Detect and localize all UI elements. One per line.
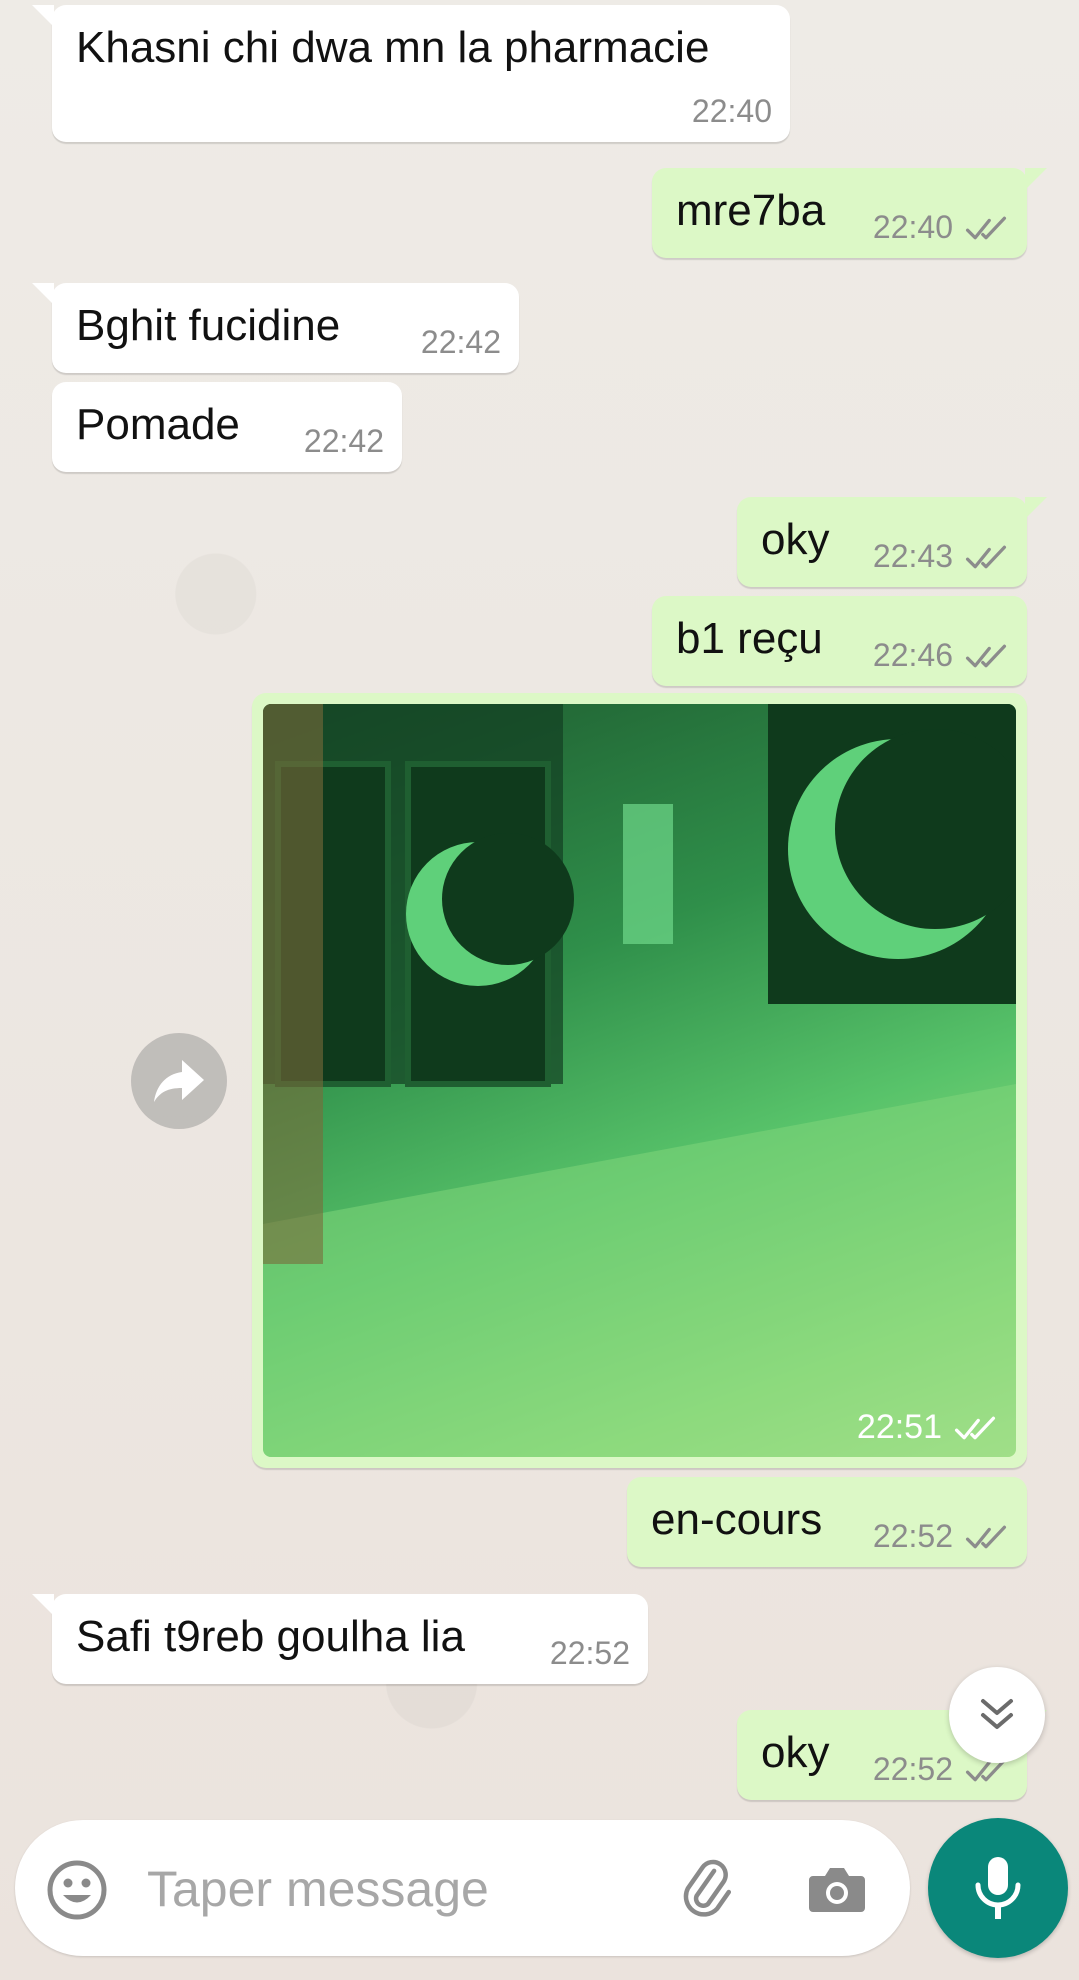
emoji-icon [47, 1860, 107, 1920]
message-time: 22:52 [872, 1751, 953, 1787]
message-text: Pomade [76, 400, 240, 449]
forward-button[interactable] [131, 1033, 227, 1129]
message-time: 22:43 [872, 538, 953, 574]
message-text: Khasni chi dwa mn la pharmacie [76, 23, 710, 72]
message-bubble-incoming[interactable]: Safi t9reb goulha lia 22:52 [32, 1594, 648, 1684]
message-composer [15, 1820, 910, 1956]
message-time: 22:52 [872, 1518, 953, 1554]
camera-button[interactable] [805, 1858, 869, 1922]
message-time: 22:46 [872, 637, 953, 673]
message-text: oky [761, 1728, 830, 1777]
photo-content [263, 704, 1016, 1457]
forward-icon [154, 1060, 204, 1102]
read-receipt-icon [954, 1416, 996, 1439]
message-time: 22:40 [872, 209, 953, 245]
mic-icon [975, 1857, 1021, 1919]
message-bubble-outgoing[interactable]: en-cours 22:52 [627, 1477, 1027, 1567]
message-bubble-incoming[interactable]: Bghit fucidine 22:42 [32, 283, 519, 373]
message-text: b1 reçu [676, 614, 823, 663]
image-message[interactable]: 22:51 [252, 693, 1027, 1468]
message-text: oky [761, 515, 830, 564]
message-time: 22:42 [303, 423, 384, 459]
scroll-to-bottom-button[interactable] [949, 1667, 1045, 1763]
message-time: 22:51 [856, 1408, 942, 1446]
message-text: Bghit fucidine [76, 301, 341, 350]
read-receipt-icon [965, 1525, 1007, 1548]
message-bubble-incoming[interactable]: Pomade 22:42 [52, 382, 402, 472]
voice-record-button[interactable] [928, 1818, 1068, 1958]
message-time: 22:52 [549, 1635, 630, 1671]
attach-button[interactable] [675, 1858, 739, 1922]
message-time: 22:40 [691, 93, 772, 129]
emoji-button[interactable] [45, 1858, 109, 1922]
message-bubble-incoming[interactable]: Khasni chi dwa mn la pharmacie 22:40 [32, 5, 790, 142]
message-bubble-outgoing[interactable]: mre7ba 22:40 [652, 168, 1047, 258]
message-bubble-outgoing[interactable]: oky 22:43 [737, 497, 1047, 587]
camera-icon [809, 1868, 865, 1912]
message-text: mre7ba [676, 186, 826, 235]
message-time: 22:42 [420, 324, 501, 360]
message-photo[interactable]: 22:51 [263, 704, 1016, 1457]
message-bubble-outgoing[interactable]: b1 reçu 22:46 [652, 596, 1027, 686]
read-receipt-icon [965, 545, 1007, 568]
message-text: en-cours [651, 1495, 823, 1544]
message-input[interactable] [145, 1850, 649, 1928]
read-receipt-icon [965, 216, 1007, 239]
read-receipt-icon [965, 644, 1007, 667]
attach-icon [683, 1859, 732, 1917]
message-text: Safi t9reb goulha lia [76, 1612, 465, 1661]
double-chevron-down-icon [981, 1699, 1013, 1729]
